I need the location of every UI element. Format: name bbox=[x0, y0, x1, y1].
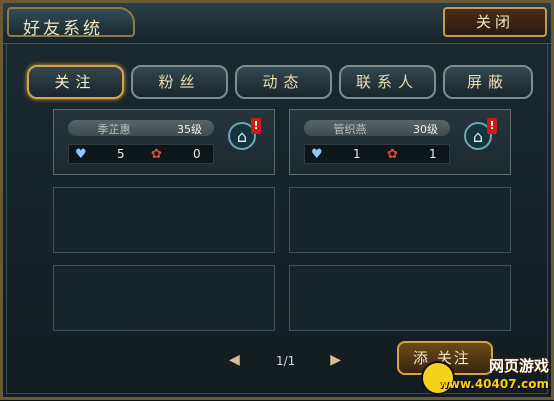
friend-stats: ♥ 5 ✿ 0 bbox=[68, 144, 214, 164]
friend-name: 管织燕 bbox=[333, 123, 367, 136]
flower-count: 1 bbox=[429, 147, 437, 161]
close-button[interactable]: 关闭 bbox=[443, 7, 547, 37]
tab-bar: 关注 粉丝 动态 联系人 屏蔽 bbox=[27, 65, 537, 99]
friend-stats: ♥ 1 ✿ 1 bbox=[304, 144, 450, 164]
friend-name-bar: 管织燕 30级 bbox=[304, 120, 450, 136]
tab-following[interactable]: 关注 bbox=[27, 65, 124, 99]
friend-card[interactable]: 季芷惠 35级 ⌂ ! ♥ 5 ✿ 0 bbox=[53, 109, 275, 175]
empty-slot bbox=[289, 187, 511, 253]
prev-page-icon[interactable]: ◀ bbox=[229, 352, 240, 368]
empty-slot bbox=[53, 265, 275, 331]
watermark: 网页游戏 www.40407.com bbox=[421, 351, 554, 401]
friend-card[interactable]: 管织燕 30级 ⌂ ! ♥ 1 ✿ 1 bbox=[289, 109, 511, 175]
watermark-bottom: www.40407.com bbox=[437, 377, 549, 391]
flower-count: 0 bbox=[193, 147, 201, 161]
alert-icon: ! bbox=[251, 118, 261, 134]
tab-fans[interactable]: 粉丝 bbox=[131, 65, 228, 99]
watermark-top: 网页游戏 bbox=[488, 357, 549, 375]
friend-name: 季芷惠 bbox=[97, 123, 131, 136]
pagination: ◀ 1/1 ▶ bbox=[229, 352, 341, 370]
friend-level: 35级 bbox=[177, 123, 202, 136]
friend-level: 30级 bbox=[413, 123, 438, 136]
like-icon: ♥ bbox=[75, 147, 87, 162]
flower-icon: ✿ bbox=[151, 147, 162, 162]
friend-system-window: 好友系统 关闭 关注 粉丝 动态 联系人 屏蔽 季芷惠 35级 ⌂ ! ♥ 5 … bbox=[0, 0, 554, 400]
alert-icon: ! bbox=[487, 118, 497, 134]
like-icon: ♥ bbox=[311, 147, 323, 162]
tab-blocked[interactable]: 屏蔽 bbox=[443, 65, 533, 99]
friend-name-bar: 季芷惠 35级 bbox=[68, 120, 214, 136]
empty-slot bbox=[53, 187, 275, 253]
title-bar: 好友系统 关闭 bbox=[3, 3, 551, 44]
like-count: 1 bbox=[353, 147, 361, 161]
tab-contacts[interactable]: 联系人 bbox=[339, 65, 436, 99]
like-count: 5 bbox=[117, 147, 125, 161]
next-page-icon[interactable]: ▶ bbox=[330, 352, 341, 368]
tab-dynamics[interactable]: 动态 bbox=[235, 65, 332, 99]
empty-slot bbox=[289, 265, 511, 331]
flower-icon: ✿ bbox=[387, 147, 398, 162]
window-title-tab: 好友系统 bbox=[7, 7, 135, 39]
page-indicator: 1/1 bbox=[276, 354, 296, 368]
window-title: 好友系统 bbox=[23, 19, 103, 39]
